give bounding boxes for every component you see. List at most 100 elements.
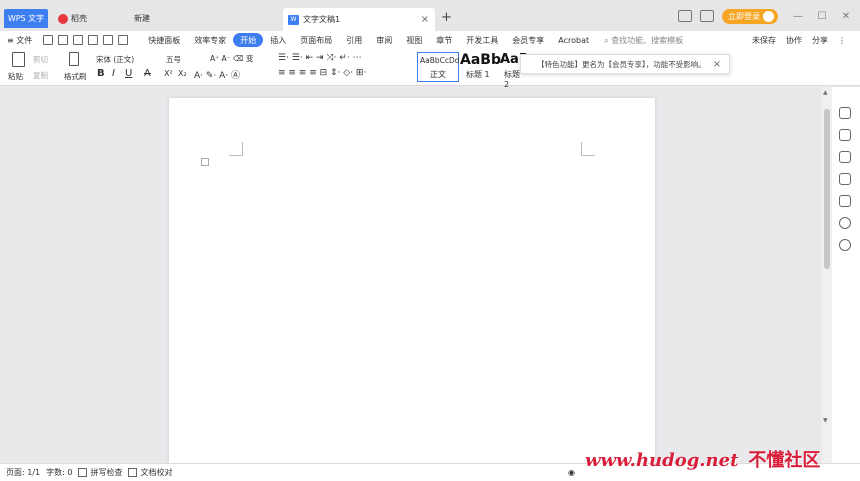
close-window-button[interactable]: ✕ — [836, 11, 856, 22]
menu-page-layout[interactable]: 页面布局 — [293, 33, 339, 47]
notice-close-icon[interactable]: × — [713, 59, 721, 70]
list-icon[interactable]: ☰· ☰· ⇤ ⇥ ⤨· ↵· ⋯ — [278, 53, 362, 63]
login-button-label: 立即登录 — [728, 11, 760, 21]
title-bar: WPS 文字 稻壳 新建 W 文字文稿1 × + 立即登录 — ☐ ✕ — [0, 0, 860, 31]
search-command-label: 查找功能、搜索模板 — [611, 35, 684, 45]
scrollbar-thumb[interactable] — [824, 109, 830, 269]
paragraph-icon[interactable] — [201, 158, 209, 166]
export-pdf-icon[interactable] — [58, 35, 69, 45]
location-icon[interactable] — [839, 239, 851, 251]
redo-icon[interactable] — [118, 35, 129, 45]
cut-button[interactable]: 剪切 — [33, 54, 48, 65]
paste-button[interactable]: 粘贴 — [8, 71, 23, 82]
scroll-up-icon[interactable]: ▲ — [823, 89, 828, 96]
print-icon[interactable] — [73, 35, 84, 45]
apps-grid-icon[interactable] — [700, 10, 714, 22]
menu-view[interactable]: 视图 — [399, 33, 429, 47]
menu-member[interactable]: 会员专享 — [505, 33, 551, 47]
underline-button[interactable]: U — [125, 68, 132, 79]
tab-wps-home[interactable]: WPS 文字 — [4, 9, 48, 28]
window-controls: 立即登录 — ☐ ✕ — [678, 6, 860, 26]
eye-icon[interactable]: ◉ — [568, 468, 575, 477]
more-icon[interactable]: ⋮ — [838, 36, 846, 45]
spell-check-label: 拼写检查 — [90, 468, 123, 477]
menu-insert[interactable]: 插入 — [263, 33, 293, 47]
format-painter-icon[interactable] — [69, 52, 79, 66]
file-menu[interactable]: ≡ 文件 — [0, 33, 39, 47]
style-normal[interactable]: AaBbCcDd 正文 — [417, 52, 460, 82]
unsaved-status[interactable]: 未保存 — [752, 35, 776, 46]
avatar — [763, 10, 774, 22]
spell-check-icon — [78, 468, 88, 477]
search-icon: ⌕ — [604, 35, 609, 45]
daoke-logo-icon — [58, 13, 68, 24]
pen-icon[interactable] — [839, 129, 851, 141]
align-icon[interactable]: ≡ ≡ ≡ ≡ ⊟ ⇕· ◇· ⊞· — [278, 68, 366, 78]
menu-quick-panel[interactable]: 快捷面板 — [141, 33, 187, 47]
wps-tab-label: WPS 文字 — [7, 14, 45, 23]
bold-button[interactable]: B — [97, 68, 105, 79]
tab-daoke[interactable]: 稻壳 — [54, 9, 124, 28]
tab-new[interactable]: 新建 — [128, 9, 278, 28]
close-tab-icon[interactable]: × — [421, 14, 429, 25]
minimize-button[interactable]: — — [788, 11, 808, 22]
menu-developer[interactable]: 开发工具 — [459, 33, 505, 47]
help-icon[interactable] — [839, 217, 851, 229]
scroll-down-icon[interactable]: ▼ — [823, 417, 828, 424]
strikethrough-button[interactable]: A — [144, 68, 151, 79]
print-preview-icon[interactable] — [88, 35, 99, 45]
font-size-select[interactable]: 五号 — [166, 54, 206, 65]
save-icon[interactable] — [43, 35, 54, 45]
document-tab-label: 文字文稿1 — [303, 15, 341, 24]
menu-references[interactable]: 引用 — [339, 33, 369, 47]
tab-document[interactable]: W 文字文稿1 × — [283, 8, 435, 31]
search-command[interactable]: ⌕ 查找功能、搜索模板 — [604, 35, 683, 46]
share-button[interactable]: 分享 — [812, 35, 828, 46]
collaborate-button[interactable]: 协作 — [786, 35, 802, 46]
doc-check-button[interactable]: 文档校对 — [128, 467, 172, 478]
watermark: www.hudog.net 不懂社区 — [585, 446, 820, 472]
menu-home[interactable]: 开始 — [233, 33, 264, 47]
word-count[interactable]: 字数: 0 — [46, 467, 72, 478]
spell-check-button[interactable]: 拼写检查 — [78, 467, 122, 478]
menu-efficiency-expert[interactable]: 效率专家 — [187, 33, 233, 47]
margin-corner-top-right — [581, 142, 595, 156]
select-icon[interactable] — [839, 151, 851, 163]
copy-button[interactable]: 复制 — [33, 70, 48, 81]
style-heading-1[interactable]: AaBb 标题 1 — [460, 52, 501, 80]
doc-check-label: 文档校对 — [140, 468, 173, 477]
share-icon[interactable] — [839, 195, 851, 207]
style-heading-1-label: 标题 1 — [466, 70, 490, 79]
menu-section[interactable]: 章节 — [429, 33, 459, 47]
format-painter-button[interactable]: 格式刷 — [64, 71, 87, 82]
style-normal-label: 正文 — [430, 70, 446, 79]
undo-icon[interactable] — [103, 35, 114, 45]
menu-right-actions: 未保存 协作 分享 ⋮ — [742, 35, 846, 46]
subscript-button[interactable]: X₂ — [178, 69, 187, 78]
daoke-tab-label: 稻壳 — [71, 14, 87, 23]
page-count[interactable]: 页面: 1/1 — [6, 467, 40, 478]
style-tool-icon[interactable] — [839, 107, 851, 119]
superscript-button[interactable]: X² — [164, 69, 173, 78]
grow-font-icon[interactable]: A⁺ A⁻ ⌫ 变 — [210, 53, 253, 64]
font-name-select[interactable]: 宋体 (正文) — [96, 54, 158, 65]
italic-button[interactable]: I — [112, 68, 115, 79]
style-heading-1-sample: AaBb — [460, 52, 501, 68]
right-toolbar — [832, 87, 860, 463]
menu-review[interactable]: 审阅 — [369, 33, 399, 47]
text-effects-icon[interactable]: A· ✎· A· Ⓐ — [194, 68, 240, 81]
maximize-button[interactable]: ☐ — [812, 11, 832, 22]
new-tab-label: 新建 — [134, 14, 150, 23]
quick-access-toolbar — [43, 35, 133, 45]
vertical-scrollbar[interactable]: ▲ ▼ — [822, 87, 832, 463]
settings-sliders-icon[interactable] — [839, 173, 851, 185]
notice-popup: 【特色功能】更名为【会员专享】，功能不受影响。 × — [520, 54, 730, 74]
add-tab-button[interactable]: + — [441, 10, 452, 25]
login-button[interactable]: 立即登录 — [722, 8, 778, 24]
document-workspace[interactable] — [0, 87, 822, 463]
menu-acrobat[interactable]: Acrobat — [551, 33, 596, 47]
margin-corner-top-left — [229, 142, 243, 156]
document-page[interactable] — [169, 98, 655, 463]
paste-icon[interactable] — [12, 52, 25, 67]
layout-icon[interactable] — [678, 10, 692, 22]
